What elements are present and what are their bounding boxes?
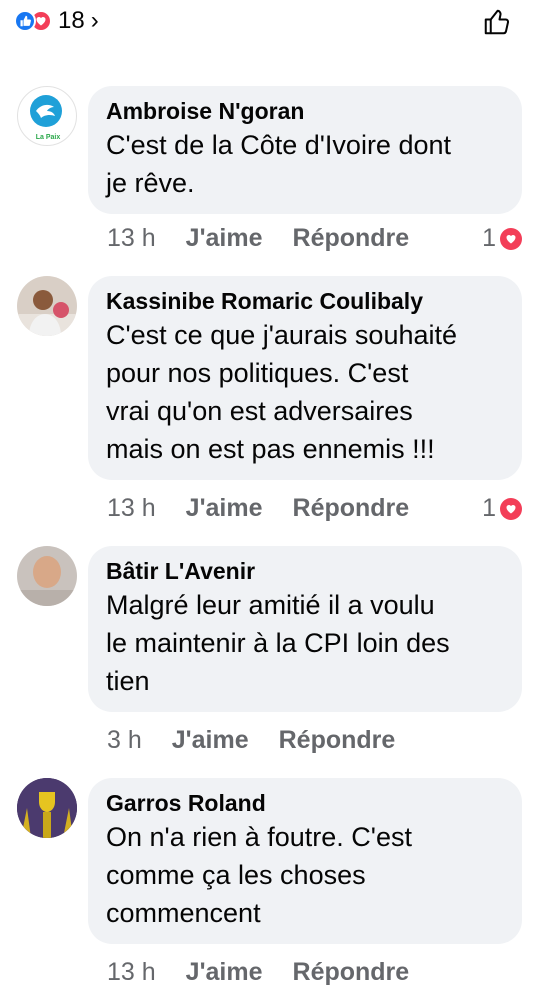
heart-icon (500, 497, 522, 520)
comment-text: On n'a rien à foutre. C'est comme ça les… (106, 822, 412, 928)
reply-action[interactable]: Répondre (293, 494, 410, 523)
comment-author[interactable]: Ambroise N'goran (106, 96, 504, 126)
comment-author[interactable]: Kassinibe Romaric Coulibaly (106, 286, 504, 316)
comment-author[interactable]: Garros Roland (106, 788, 504, 818)
comment-meta: 3 h J'aime Répondre (107, 726, 425, 755)
avatar[interactable]: La Paix (17, 86, 77, 146)
like-button[interactable] (480, 5, 514, 39)
like-action[interactable]: J'aime (172, 726, 249, 755)
heart-icon (500, 227, 522, 250)
avatar[interactable] (17, 778, 77, 838)
like-reaction-icon (14, 10, 36, 32)
comment-reaction-count[interactable]: 1 (482, 494, 522, 523)
comment-time: 3 h (107, 726, 142, 754)
comment-meta: 13 h J'aime Répondre (107, 494, 439, 523)
comment-time: 13 h (107, 958, 156, 986)
comment-meta: 13 h J'aime Répondre (107, 224, 439, 253)
chevron-right-icon: › (90, 7, 99, 34)
thumbs-up-icon (484, 9, 510, 35)
avatar[interactable] (17, 276, 77, 336)
svg-text:La Paix: La Paix (36, 134, 61, 141)
reaction-count: 18 (58, 7, 85, 34)
comment-text: C'est ce que j'aurais souhaité pour nos … (106, 320, 458, 464)
reply-action[interactable]: Répondre (279, 726, 396, 755)
avatar[interactable] (17, 546, 77, 606)
reply-action[interactable]: Répondre (293, 958, 410, 987)
comment-time: 13 h (107, 224, 156, 252)
comment-bubble: Garros Roland On n'a rien à foutre. C'es… (88, 778, 522, 944)
comment-meta: 13 h J'aime Répondre (107, 958, 439, 987)
like-action[interactable]: J'aime (186, 494, 263, 523)
comment-text: C'est de la Côte d'Ivoire dont je rêve. (106, 130, 452, 198)
like-action[interactable]: J'aime (186, 958, 263, 987)
like-action[interactable]: J'aime (186, 224, 263, 253)
comment-bubble: Bâtir L'Avenir Malgré leur amitié il a v… (88, 546, 522, 712)
comment-bubble: Ambroise N'goran C'est de la Côte d'Ivoi… (88, 86, 522, 214)
comment-time: 13 h (107, 494, 156, 522)
comment-bubble: Kassinibe Romaric Coulibaly C'est ce que… (88, 276, 522, 480)
comment-author[interactable]: Bâtir L'Avenir (106, 556, 504, 586)
comment-text: Malgré leur amitié il a voulu le mainten… (106, 590, 450, 696)
reaction-summary[interactable]: 18 › (14, 7, 99, 35)
comment-reaction-count[interactable]: 1 (482, 224, 522, 253)
reply-action[interactable]: Répondre (293, 224, 410, 253)
reactions-bar: 18 › (0, 0, 540, 44)
